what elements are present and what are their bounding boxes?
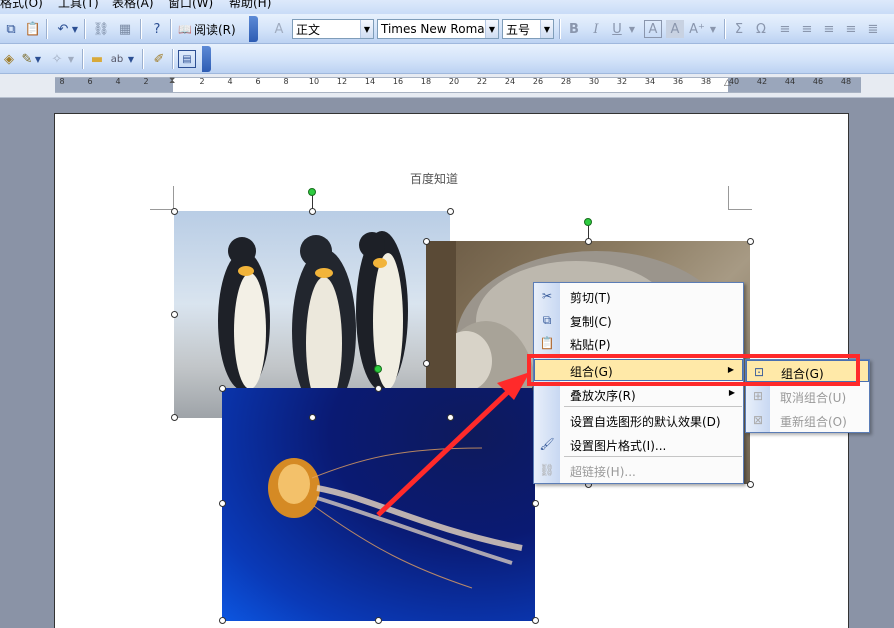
annotation-arrow-line [376,388,512,517]
annotation-arrow [376,372,530,517]
